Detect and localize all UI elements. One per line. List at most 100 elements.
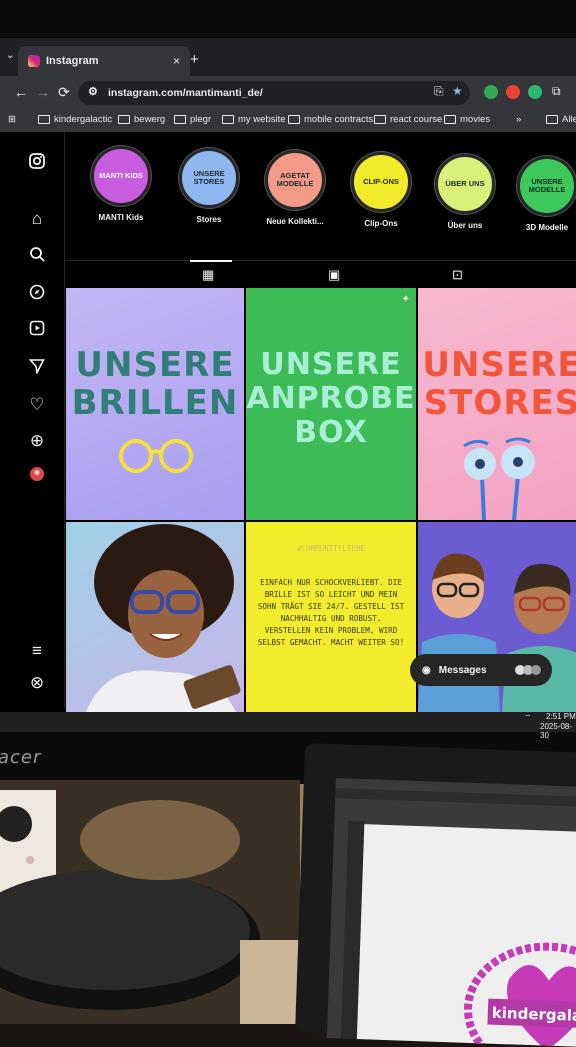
create-post-icon[interactable]: ⊕ xyxy=(24,430,50,452)
story-highlight[interactable]: UNSERE STORES Stores xyxy=(170,148,248,224)
threads-icon[interactable]: ⊗ xyxy=(24,672,50,694)
glasses-icon xyxy=(119,439,193,473)
bookmark-folder[interactable]: mobile contracts xyxy=(288,114,373,125)
more-menu-icon[interactable]: ≡ xyxy=(24,640,50,662)
folder-icon xyxy=(374,115,386,124)
extension-icon[interactable] xyxy=(528,85,542,99)
site-info-icon[interactable]: ⚙ xyxy=(88,85,98,98)
bookmark-folder[interactable]: my website xyxy=(222,114,286,125)
instagram-sidebar: ⌂ ♡ ⊕ ≡ ⊗ xyxy=(14,132,65,708)
highlight-cover: MANTI KIDS xyxy=(91,146,151,206)
clock-time: 2:51 PM xyxy=(546,712,576,721)
new-tab-button[interactable]: + xyxy=(190,51,199,68)
post-community-quote[interactable]: #COMMUNITYLIEBE EINFACH NUR SCHOCKVERLIE… xyxy=(246,522,416,712)
messages-label: Messages xyxy=(438,664,487,676)
folder-icon xyxy=(546,115,558,124)
extensions-puzzle-icon[interactable]: ⧉ xyxy=(552,84,561,99)
notifications-heart-icon[interactable]: ♡ xyxy=(24,394,50,416)
posts-grid: UNSERE BRILLEN ✦ UNSERE ANPROBE BOX UNSE… xyxy=(66,288,576,712)
folder-icon xyxy=(118,115,130,124)
bookmark-label: Alle xyxy=(562,114,576,125)
laptop: kindergalactic xyxy=(295,743,576,1047)
bookmark-label: plegr xyxy=(190,114,212,125)
browser-tabbar: ⌄ Instagram × + xyxy=(0,38,576,76)
extension-icon[interactable] xyxy=(506,85,520,99)
forward-button[interactable]: → xyxy=(36,84,50,100)
review-quote: EINFACH NUR SCHOCKVERLIEBT. DIE BRILLE I… xyxy=(257,578,405,647)
illustrator-window: kindergalactic xyxy=(326,778,576,1047)
story-highlight[interactable]: MANTI KIDS MANTI Kids xyxy=(82,146,160,222)
post-unsere-stores[interactable]: UNSERE STORES xyxy=(418,288,576,520)
post-unsere-brillen[interactable]: UNSERE BRILLEN xyxy=(66,288,244,520)
tab-posts-grid-icon[interactable]: ▦ xyxy=(189,260,233,283)
browser-toolbar: ← → ⟳ ⚙ instagram.com/mantimanti_de/ ⎘ ★… xyxy=(0,76,576,110)
reels-icon[interactable] xyxy=(24,320,50,342)
more-bookmarks-button[interactable]: » xyxy=(516,114,521,125)
story-highlight[interactable]: UNSERE MODELLE 3D Modelle xyxy=(508,156,576,232)
folder-icon xyxy=(222,115,234,124)
wifi-icon[interactable]: ⌔ xyxy=(524,713,532,723)
profile-avatar[interactable] xyxy=(24,466,50,488)
direct-messages-icon[interactable] xyxy=(24,358,50,380)
tab-reels-icon[interactable]: ▣ xyxy=(328,267,340,283)
bookmark-folder[interactable]: plegr xyxy=(174,114,211,125)
extension-icon[interactable] xyxy=(484,85,498,99)
post-title: UNSERE BRILLEN xyxy=(71,345,239,423)
bookmark-label: my website xyxy=(238,114,286,125)
post-title: UNSERE STORES xyxy=(422,345,576,423)
clock-date: 2025-08-30 xyxy=(540,722,573,740)
highlight-label: Über uns xyxy=(447,221,483,230)
tab-tagged-icon[interactable]: ⊡ xyxy=(452,267,463,283)
highlight-cover: UNSERE STORES xyxy=(179,148,239,208)
bookmark-folder[interactable]: bewerg xyxy=(118,114,165,125)
all-bookmarks[interactable]: Alle xyxy=(546,114,576,125)
desk-scene-image xyxy=(0,780,300,1024)
folder-icon xyxy=(288,115,300,124)
hashtag-label: #COMMUNITYLIEBE xyxy=(297,544,365,553)
story-highlight[interactable]: AGETAT MODELLE Neue Kollekti... xyxy=(256,150,334,226)
bookmark-folder[interactable]: kindergalactic xyxy=(38,114,112,125)
address-bar[interactable]: ⚙ instagram.com/mantimanti_de/ xyxy=(78,81,470,105)
folder-icon xyxy=(174,115,186,124)
post-girl-glasses-photo[interactable] xyxy=(66,522,244,712)
bookmark-label: movies xyxy=(460,114,491,125)
monitor-brand-logo: acer xyxy=(0,747,42,768)
bookmark-label: react course xyxy=(390,114,443,125)
tab-instagram[interactable]: Instagram × xyxy=(18,46,190,76)
instagram-logo-icon[interactable] xyxy=(24,152,50,174)
bookmarks-bar: ⊞ kindergalactic bewerg plegr my website… xyxy=(0,110,576,133)
tab-search-button[interactable]: ⌄ xyxy=(6,50,14,61)
reload-button[interactable]: ⟳ xyxy=(58,84,70,101)
apps-grid-icon[interactable]: ⊞ xyxy=(8,114,16,125)
highlight-cover: AGETAT MODELLE xyxy=(265,150,325,210)
story-highlight[interactable]: CLIP-ONS Clip-Ons xyxy=(342,152,420,228)
post-unsere-anprobe-box[interactable]: ✦ UNSERE ANPROBE BOX xyxy=(246,288,416,520)
bookmark-star-icon[interactable]: ★ xyxy=(452,84,463,98)
install-icon[interactable]: ⎘ xyxy=(434,84,444,99)
profile-tabs: ▦ ▣ ⊡ xyxy=(64,260,576,291)
home-icon[interactable]: ⌂ xyxy=(24,208,50,230)
tab-close-icon[interactable]: × xyxy=(173,54,180,68)
back-button[interactable]: ← xyxy=(14,84,28,100)
windows-taskbar: ⌔ 2:51 PM 2025-08-30 xyxy=(0,712,576,740)
avatar xyxy=(530,665,541,675)
highlight-cover: ÜBER UNS xyxy=(435,154,495,214)
messenger-icon: ◉ xyxy=(422,664,431,676)
search-icon[interactable] xyxy=(24,246,50,268)
story-highlight[interactable]: ÜBER UNS Über uns xyxy=(426,154,504,230)
post-title: UNSERE ANPROBE BOX xyxy=(246,347,416,450)
highlight-label: Neue Kollekti... xyxy=(266,217,324,226)
highlight-label: 3D Modelle xyxy=(525,223,569,232)
girl-photo-image xyxy=(86,524,241,712)
messages-button[interactable]: ◉ Messages xyxy=(410,654,552,686)
pinned-icon: ✦ xyxy=(401,294,410,305)
folder-icon xyxy=(38,115,50,124)
explore-compass-icon[interactable] xyxy=(24,284,50,306)
cartoon-eyes-icon xyxy=(463,437,535,520)
highlight-cover: UNSERE MODELLE xyxy=(517,156,576,216)
bookmark-folder[interactable]: react course xyxy=(374,114,442,125)
bookmark-folder[interactable]: movies xyxy=(444,114,490,125)
illustrator-canvas: kindergalactic xyxy=(356,824,576,1047)
highlight-label: MANTI Kids xyxy=(98,213,144,222)
instagram-page: ⌂ ♡ ⊕ ≡ ⊗ MANTI KIDS MANTI Kids UNSERE S… xyxy=(0,132,576,712)
